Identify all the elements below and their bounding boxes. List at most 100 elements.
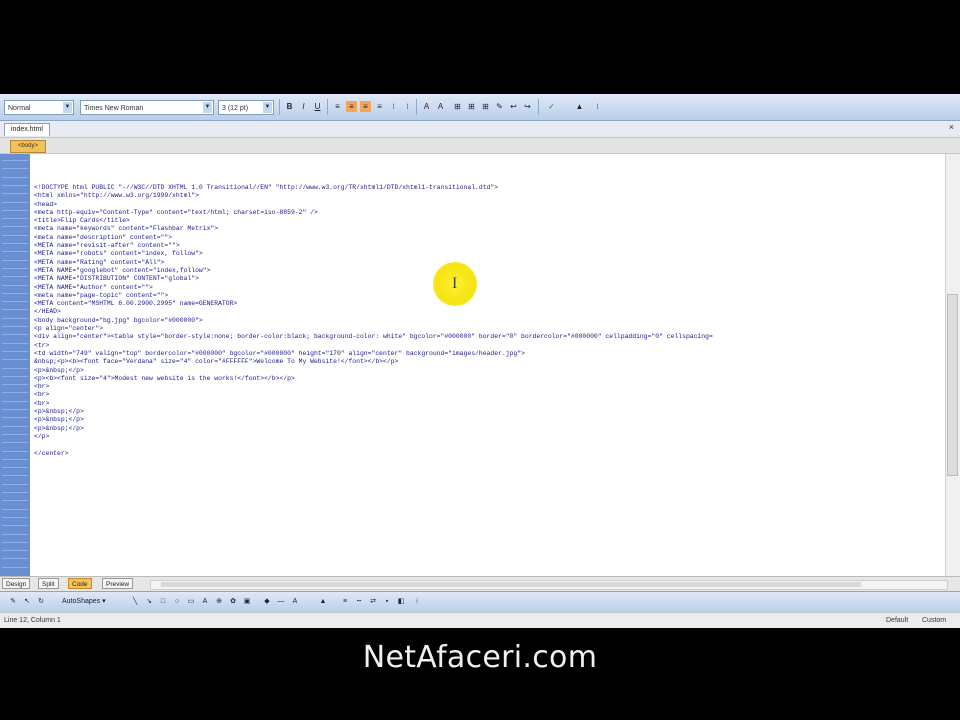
rotate-icon[interactable]: ↻	[36, 597, 46, 607]
redo-icon[interactable]: ↪	[522, 101, 533, 112]
underline-button[interactable]: U	[312, 101, 323, 112]
italic-button[interactable]: I	[298, 101, 309, 112]
undo-icon[interactable]: ↩	[508, 101, 519, 112]
align-left-button[interactable]: ≡	[332, 101, 343, 112]
code-line[interactable]: <META name="revisit-after" content="">	[34, 242, 946, 250]
code-line[interactable]: </p>	[34, 433, 946, 441]
code-line[interactable]: <meta http-equiv="Content-Type" content=…	[34, 209, 946, 217]
size-select[interactable]: 3 (12 pt) ▼	[218, 100, 274, 115]
code-line[interactable]: <meta name="page-topic" content="">	[34, 292, 946, 300]
numbered-list-button[interactable]: ⁝	[388, 101, 399, 112]
bold-button[interactable]: B	[284, 101, 295, 112]
arrow-style-icon[interactable]: ⇄	[368, 597, 378, 607]
code-line[interactable]: <body background="bg.jpg" bgcolor="#0000…	[34, 317, 946, 325]
gutter-line	[2, 251, 28, 253]
arrow-icon[interactable]: ↘	[144, 597, 154, 607]
tab-split[interactable]: Split	[38, 578, 59, 589]
align-right-button[interactable]: ≡	[360, 101, 371, 112]
3d-icon[interactable]: ◧	[396, 597, 406, 607]
code-line[interactable]: <META name="Rating" content="All">	[34, 259, 946, 267]
diagram-icon[interactable]: ⊕	[214, 597, 224, 607]
code-line[interactable]: <META NAME="DISTRIBUTION" CONTENT="globa…	[34, 275, 946, 283]
table-icon[interactable]: ⊞	[452, 101, 463, 112]
code-line[interactable]: <td width="749" valign="top" bordercolor…	[34, 350, 946, 358]
gutter-line	[2, 425, 28, 427]
scrollbar-thumb[interactable]	[947, 294, 958, 476]
code-line[interactable]: <META NAME="Author" content="">	[34, 284, 946, 292]
gutter-line	[2, 301, 28, 303]
code-line[interactable]: <div align="center"><table style="border…	[34, 333, 946, 341]
gutter-line	[2, 226, 28, 228]
pencil-icon[interactable]: ✎	[494, 101, 505, 112]
font-color-button[interactable]: A	[421, 101, 432, 112]
code-line[interactable]: <META content="MSHTML 6.00.2900.2995" na…	[34, 300, 946, 308]
font-color-dropdown-icon[interactable]: ▲	[318, 597, 328, 607]
code-area[interactable]: <!DOCTYPE html PUBLIC "-//W3C//DTD XHTML…	[34, 184, 946, 458]
close-icon[interactable]: ×	[949, 122, 954, 132]
horizontal-scrollbar[interactable]	[150, 580, 948, 590]
toolbar-more-icon[interactable]: ⁝	[412, 597, 422, 607]
justify-button[interactable]: ≡	[374, 101, 385, 112]
code-line[interactable]: <p>&nbsp;</p>	[34, 367, 946, 375]
code-line[interactable]: <p>&nbsp;</p>	[34, 408, 946, 416]
code-line[interactable]: <meta name="keywords" content="Flashbar …	[34, 225, 946, 233]
document-tab[interactable]: index.html	[4, 123, 50, 136]
body-tag-button[interactable]: <body>	[10, 140, 46, 153]
tab-preview[interactable]: Preview	[102, 578, 134, 589]
code-line[interactable]: <p align="center">	[34, 325, 946, 333]
wordart-icon[interactable]: A	[200, 597, 210, 607]
code-line[interactable]	[34, 441, 946, 449]
line-icon[interactable]: ╲	[130, 597, 140, 607]
line-style-icon[interactable]: ≡	[340, 597, 350, 607]
code-line[interactable]: &nbsp;<p><b><font face="Verdana" size="4…	[34, 358, 946, 366]
picture-icon[interactable]: ▣	[242, 597, 252, 607]
code-line[interactable]: <head>	[34, 201, 946, 209]
insert-rows-icon[interactable]: ⊞	[466, 101, 477, 112]
code-line[interactable]: <META name="robots" content="index, foll…	[34, 250, 946, 258]
spellcheck-icon[interactable]: ✓	[546, 101, 557, 112]
style-select-value: Normal	[8, 105, 31, 112]
code-line[interactable]: <tr>	[34, 342, 946, 350]
tab-design[interactable]: Design	[2, 578, 31, 589]
code-line[interactable]: <meta name="description" content="">	[34, 234, 946, 242]
fill-color-icon[interactable]: ▲	[574, 101, 585, 112]
code-line[interactable]: </center>	[34, 450, 946, 458]
line-color-icon[interactable]: —	[276, 597, 286, 607]
oval-icon[interactable]: ○	[172, 597, 182, 607]
shadow-icon[interactable]: ▪	[382, 597, 392, 607]
highlight-button[interactable]: A	[435, 101, 446, 112]
autoshapes-button[interactable]: AutoShapes ▾	[62, 596, 106, 608]
tab-code[interactable]: Code	[68, 578, 92, 589]
gutter-line	[2, 276, 28, 278]
code-line[interactable]: </HEAD>	[34, 308, 946, 316]
code-line[interactable]: <html xmlns="http://www.w3.org/1999/xhtm…	[34, 192, 946, 200]
code-line[interactable]: <title>Flip Cards</title>	[34, 217, 946, 225]
rectangle-icon[interactable]: □	[158, 597, 168, 607]
select-icon[interactable]: ↖	[22, 597, 32, 607]
code-line[interactable]: <META NAME="googlebot" content="index,fo…	[34, 267, 946, 275]
font-select[interactable]: Times New Roman ▼	[80, 100, 214, 115]
fill-color-icon[interactable]: ◆	[262, 597, 272, 607]
code-line[interactable]: <br>	[34, 383, 946, 391]
vertical-scrollbar[interactable]	[945, 154, 960, 576]
code-line[interactable]: <br>	[34, 391, 946, 399]
code-line[interactable]: <!DOCTYPE html PUBLIC "-//W3C//DTD XHTML…	[34, 184, 946, 192]
insert-columns-icon[interactable]: ⊞	[480, 101, 491, 112]
gutter-line	[2, 384, 28, 386]
clipart-icon[interactable]: ✿	[228, 597, 238, 607]
toolbar-more-icon[interactable]: ⁝	[592, 101, 603, 112]
draw-icon[interactable]: ✎	[8, 597, 18, 607]
font-color-icon[interactable]: A	[290, 597, 300, 607]
scrollbar-thumb[interactable]	[161, 582, 861, 587]
align-center-button[interactable]: ≡	[346, 101, 357, 112]
code-line[interactable]: <p>&nbsp;</p>	[34, 416, 946, 424]
line-gutter	[0, 154, 30, 576]
code-editor[interactable]: <!DOCTYPE html PUBLIC "-//W3C//DTD XHTML…	[0, 154, 960, 576]
code-line[interactable]: <p>&nbsp;</p>	[34, 425, 946, 433]
style-select[interactable]: Normal ▼	[4, 100, 74, 115]
code-line[interactable]: <p><b><font size="4">Modest new website …	[34, 375, 946, 383]
code-line[interactable]: <br>	[34, 400, 946, 408]
textbox-icon[interactable]: ▭	[186, 597, 196, 607]
bullet-list-button[interactable]: ⁝	[402, 101, 413, 112]
dash-style-icon[interactable]: ┅	[354, 597, 364, 607]
